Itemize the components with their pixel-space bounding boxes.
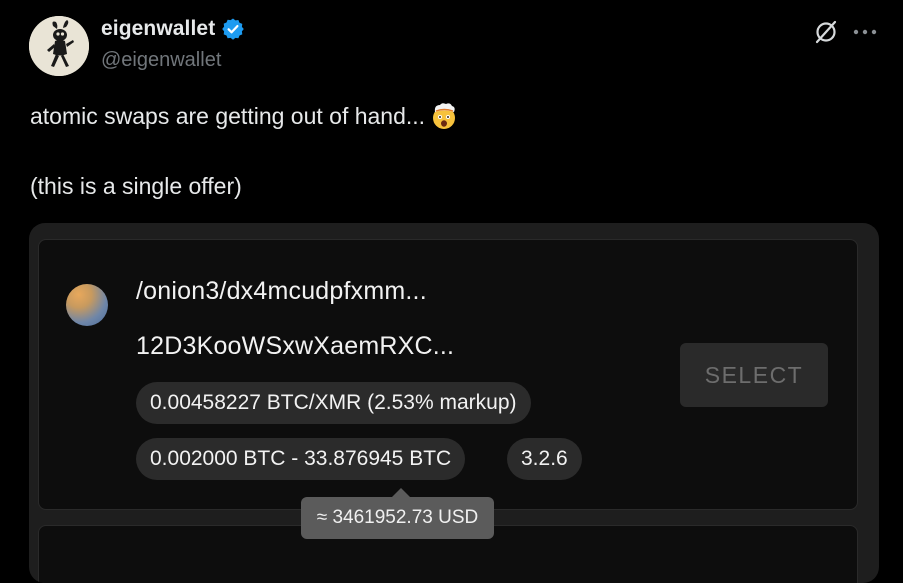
- peer-id: 12D3KooWSxwXaemRXC...: [136, 332, 455, 360]
- usd-value-tooltip: ≈ 3461952.73 USD: [301, 497, 494, 539]
- exploding-head-emoji-icon: [433, 103, 456, 129]
- tweet-text-line-1: atomic swaps are getting out of hand...: [30, 101, 459, 131]
- select-button[interactable]: SELECT: [680, 343, 828, 407]
- offer-card: /onion3/dx4mcudpfxmm... 12D3KooWSxwXaemR…: [38, 239, 858, 510]
- author-name-row: eigenwallet: [101, 17, 245, 41]
- tweet-media[interactable]: /onion3/dx4mcudpfxmm... 12D3KooWSxwXaemR…: [29, 223, 879, 583]
- tweet-text: atomic swaps are getting out of hand...: [30, 102, 426, 129]
- exchange-rate-chip: 0.00458227 BTC/XMR (2.53% markup): [136, 382, 531, 424]
- author-display-name[interactable]: eigenwallet: [101, 17, 215, 41]
- tweet-text-line-2: (this is a single offer): [30, 173, 242, 199]
- peer-onion-address: /onion3/dx4mcudpfxmm...: [136, 277, 427, 305]
- author-avatar[interactable]: [29, 16, 89, 76]
- verified-badge-icon: [222, 18, 245, 40]
- version-chip: 3.2.6: [507, 438, 582, 480]
- grok-icon[interactable]: [813, 19, 839, 45]
- amount-range-chip[interactable]: 0.002000 BTC - 33.876945 BTC: [136, 438, 466, 480]
- more-options-icon[interactable]: [851, 19, 879, 45]
- author-handle[interactable]: @eigenwallet: [101, 49, 221, 72]
- eigenwallet-logo-icon: [29, 16, 89, 76]
- peer-avatar: [66, 284, 108, 326]
- tooltip-arrow: [392, 488, 410, 497]
